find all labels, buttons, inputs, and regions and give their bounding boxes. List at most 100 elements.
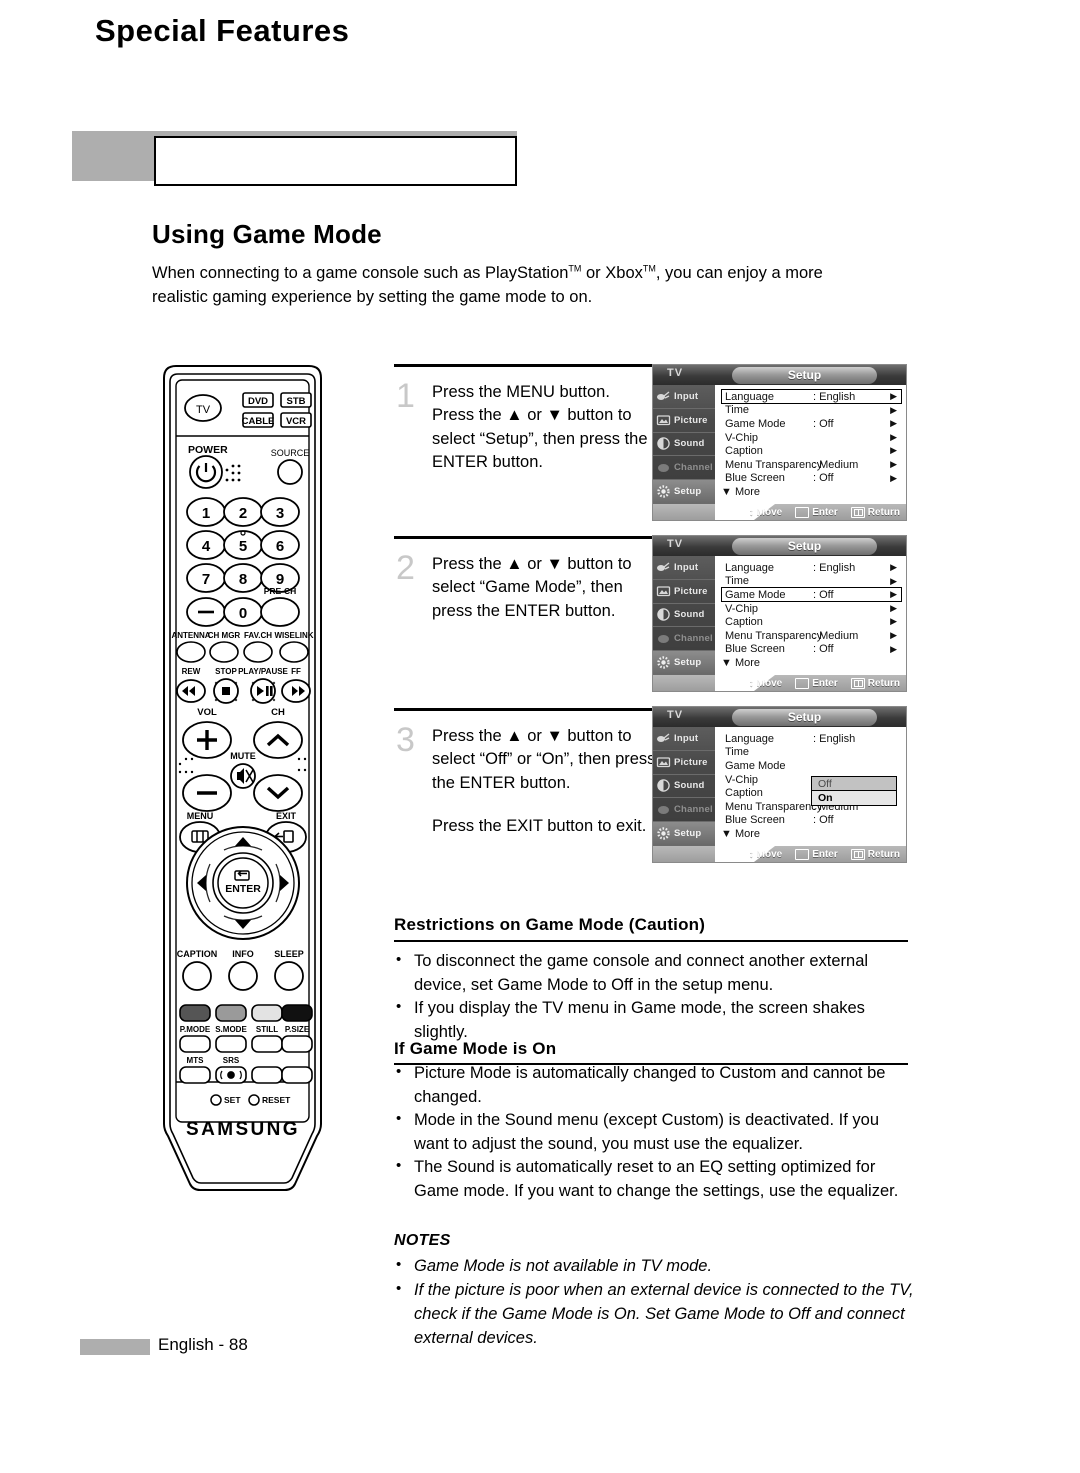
osd-more-label: ▼ More: [721, 827, 761, 840]
remote-prech-label: PRE-CH: [264, 586, 297, 596]
osd-sidebar-item-input[interactable]: Input: [653, 727, 715, 751]
osd-row-label: Time: [725, 404, 750, 417]
osd-sidebar-item-picture[interactable]: Picture: [653, 580, 715, 604]
osd-sidebar-label: Setup: [674, 657, 702, 669]
osd-sidebar-item-picture[interactable]: Picture: [653, 751, 715, 775]
remote-reset-label: RESET: [262, 1095, 291, 1105]
osd-row-blue-screen[interactable]: Blue Screen : Off: [715, 814, 906, 828]
osd-row-label: Blue Screen: [725, 643, 785, 656]
dropdown-option-on[interactable]: On: [812, 791, 896, 805]
step-number: 2: [396, 549, 415, 587]
psize-button: [281, 1035, 313, 1053]
footer-page-number: English - 88: [158, 1335, 248, 1354]
osd-row-language[interactable]: Language : English ▶: [715, 390, 906, 404]
osd-row-label: Game Mode: [725, 759, 786, 772]
osd-row-vchip[interactable]: V-Chip ▶: [715, 431, 906, 445]
osd-sidebar-item-channel[interactable]: Channel: [653, 798, 715, 823]
color-key-blue: [281, 1004, 313, 1022]
osd-row-more[interactable]: ▼ More: [715, 485, 906, 499]
osd-row-label: Caption: [725, 445, 763, 458]
restrictions-rule: [394, 940, 908, 942]
osd-row-caption[interactable]: Caption ▶: [715, 444, 906, 458]
osd-row-menu-transparency[interactable]: Menu Transparency : Medium ▶: [715, 458, 906, 472]
chevron-right-icon: ▶: [890, 602, 897, 613]
osd-menu-title: Setup: [787, 367, 822, 382]
osd-sidebar-label: Input: [674, 732, 699, 744]
osd-sidebar-item-sound[interactable]: Sound: [653, 775, 715, 799]
osd-sidebar-item-input[interactable]: Input: [653, 385, 715, 409]
osd-sidebar-label: Input: [674, 561, 699, 573]
osd-row-label: Menu Transparency: [725, 458, 823, 471]
osd-row-language[interactable]: Language : English: [715, 732, 906, 746]
bullet-item: If you display the TV menu in Game mode,…: [394, 996, 914, 1044]
remote-playpause-label: PLAY/PAUSE: [238, 667, 288, 676]
remote-srs-label: SRS: [223, 1056, 240, 1065]
remote-mute-label: MUTE: [230, 751, 256, 761]
picture-icon: [656, 413, 671, 428]
extra-button-2: [281, 1066, 313, 1084]
osd-hint-return: Return: [850, 677, 900, 689]
osd-row-game-mode[interactable]: Game Mode : Off ▶: [715, 417, 906, 431]
osd-sidebar: Input Picture Sound Channel Setup: [653, 727, 715, 846]
osd-row-time[interactable]: Time ▶: [715, 404, 906, 418]
remote-psize-label: P.SIZE: [285, 1025, 310, 1034]
remote-exit-label: EXIT: [276, 811, 297, 821]
osd-sidebar-item-picture[interactable]: Picture: [653, 409, 715, 433]
dropdown-option-off[interactable]: Off: [812, 777, 896, 791]
osd-row-caption[interactable]: Caption ▶: [715, 615, 906, 629]
osd-row-game-mode[interactable]: Game Mode : Off ▶: [715, 588, 906, 602]
osd-sidebar-item-channel[interactable]: Channel: [653, 456, 715, 481]
bullet-item: Mode in the Sound menu (except Custom) i…: [394, 1108, 904, 1156]
osd-row-value: : English: [813, 390, 856, 403]
footer-grey-bar: [80, 1339, 150, 1355]
page-header-banner: [72, 131, 517, 186]
updown-arrow-icon: ↕: [748, 677, 754, 689]
osd-row-game-mode[interactable]: Game Mode: [715, 759, 906, 773]
steps-list: 1 Press the MENU button. Press the ▲ or …: [394, 364, 656, 885]
remote-key-2: 2: [239, 505, 247, 522]
osd-sidebar-item-setup[interactable]: Setup: [653, 822, 715, 846]
remote-key-8: 8: [239, 571, 247, 588]
remote-wiselink-label: WISELINK: [274, 631, 313, 640]
chevron-right-icon: ▶: [890, 404, 897, 415]
osd-sidebar-item-input[interactable]: Input: [653, 556, 715, 580]
osd-device-label: TV: [667, 538, 684, 550]
still-button: [251, 1035, 283, 1053]
osd-row-blue-screen[interactable]: Blue Screen : Off ▶: [715, 472, 906, 486]
step-text: Press the ▲ or ▼ button to select “Game …: [432, 555, 632, 620]
osd-sidebar-item-channel[interactable]: Channel: [653, 627, 715, 652]
osd-row-language[interactable]: Language : English ▶: [715, 561, 906, 575]
channel-icon: [656, 631, 671, 646]
restrictions-bullets: To disconnect the game console and conne…: [394, 949, 914, 1044]
osd-sidebar-item-sound[interactable]: Sound: [653, 433, 715, 457]
mts-button: [179, 1066, 211, 1084]
remote-menu-label: MENU: [187, 811, 214, 821]
osd-row-time[interactable]: Time: [715, 746, 906, 760]
remote-key-7: 7: [202, 571, 210, 588]
extra-button-1: [251, 1066, 283, 1084]
osd-menu-list: Language : English ▶ Time ▶ Game Mode : …: [715, 556, 906, 680]
osd-sidebar-item-setup[interactable]: Setup: [653, 651, 715, 675]
setup-icon: [656, 484, 671, 499]
osd-sidebar-item-sound[interactable]: Sound: [653, 604, 715, 628]
osd-titlebar: TV Setup: [653, 707, 906, 727]
osd-row-label: Language: [725, 732, 774, 745]
osd-row-label: Language: [725, 561, 774, 574]
osd-row-vchip[interactable]: V-Chip ▶: [715, 602, 906, 616]
osd-row-menu-transparency[interactable]: Menu Transparency : Medium ▶: [715, 629, 906, 643]
set-button: [210, 1094, 222, 1106]
game-mode-dropdown[interactable]: Off On: [811, 776, 897, 806]
osd-row-blue-screen[interactable]: Blue Screen : Off ▶: [715, 643, 906, 657]
osd-titlebar: TV Setup: [653, 536, 906, 556]
osd-row-more[interactable]: ▼ More: [715, 656, 906, 670]
osd-hint-move: ↕ Move: [748, 848, 783, 860]
picture-icon: [656, 584, 671, 599]
osd-sidebar-item-setup[interactable]: Setup: [653, 480, 715, 504]
osd-hint-enter: Enter: [795, 506, 838, 518]
sound-icon: [656, 436, 671, 451]
osd-row-time[interactable]: Time ▶: [715, 575, 906, 589]
remote-ff-label: FF: [291, 667, 301, 676]
osd-sidebar: Input Picture Sound Channel Setup: [653, 556, 715, 675]
osd-row-more[interactable]: ▼ More: [715, 827, 906, 841]
return-box-icon: [850, 506, 865, 518]
